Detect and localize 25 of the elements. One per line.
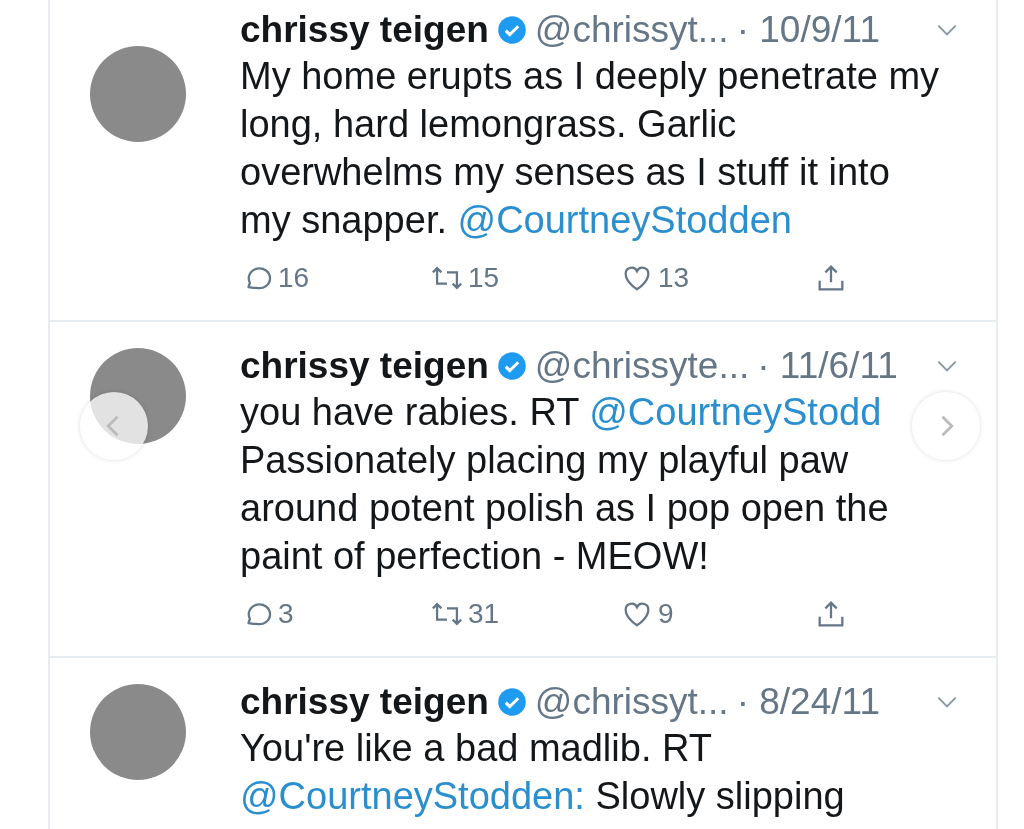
user-name[interactable]: chrissy teigen: [240, 8, 489, 52]
verified-badge-icon: [496, 15, 527, 45]
retweet-count: 31: [468, 598, 500, 630]
tweet-date: · 8/24/11: [736, 680, 880, 724]
like-count: 13: [658, 262, 690, 294]
tweet-date: · 11/6/11: [757, 344, 898, 388]
user-handle: @chrissyt...: [534, 680, 729, 724]
reply-count: 16: [278, 262, 310, 294]
verified-badge-icon: [496, 351, 527, 381]
user-handle: @chrissyte...: [534, 344, 750, 388]
previous-button[interactable]: [80, 392, 148, 460]
tweet-text: You're like a bad madlib. RT @CourtneyStodden: Slowly slipping: [240, 726, 846, 819]
user-name[interactable]: chrissy teigen: [240, 680, 489, 724]
retweet-count: 15: [468, 262, 500, 294]
user-name[interactable]: chrissy teigen: [240, 344, 489, 388]
mention-link[interactable]: @CourtneyStodden: [457, 199, 792, 241]
mention-link[interactable]: @CourtneyStodd: [589, 391, 882, 433]
tweet-date: · 10/9/11: [736, 8, 880, 52]
user-handle: @chrissyt...: [534, 8, 729, 52]
mention-link[interactable]: @CourtneyStodden:: [240, 775, 585, 817]
tweet-text: you have rabies. RT @CourtneyStodd Passionately placing my playful paw around potent polish as I pop open the paint of perfection - MEOW!: [240, 390, 890, 579]
tweet-text: My home erupts as I deeply penetrate my long, hard lemongrass. Garlic overwhelms my senses as I stuff it into my snapper. @CourtneyStodden: [240, 54, 941, 243]
verified-badge-icon: [496, 687, 527, 717]
like-count: 9: [658, 598, 674, 630]
reply-count: 3: [278, 598, 294, 630]
